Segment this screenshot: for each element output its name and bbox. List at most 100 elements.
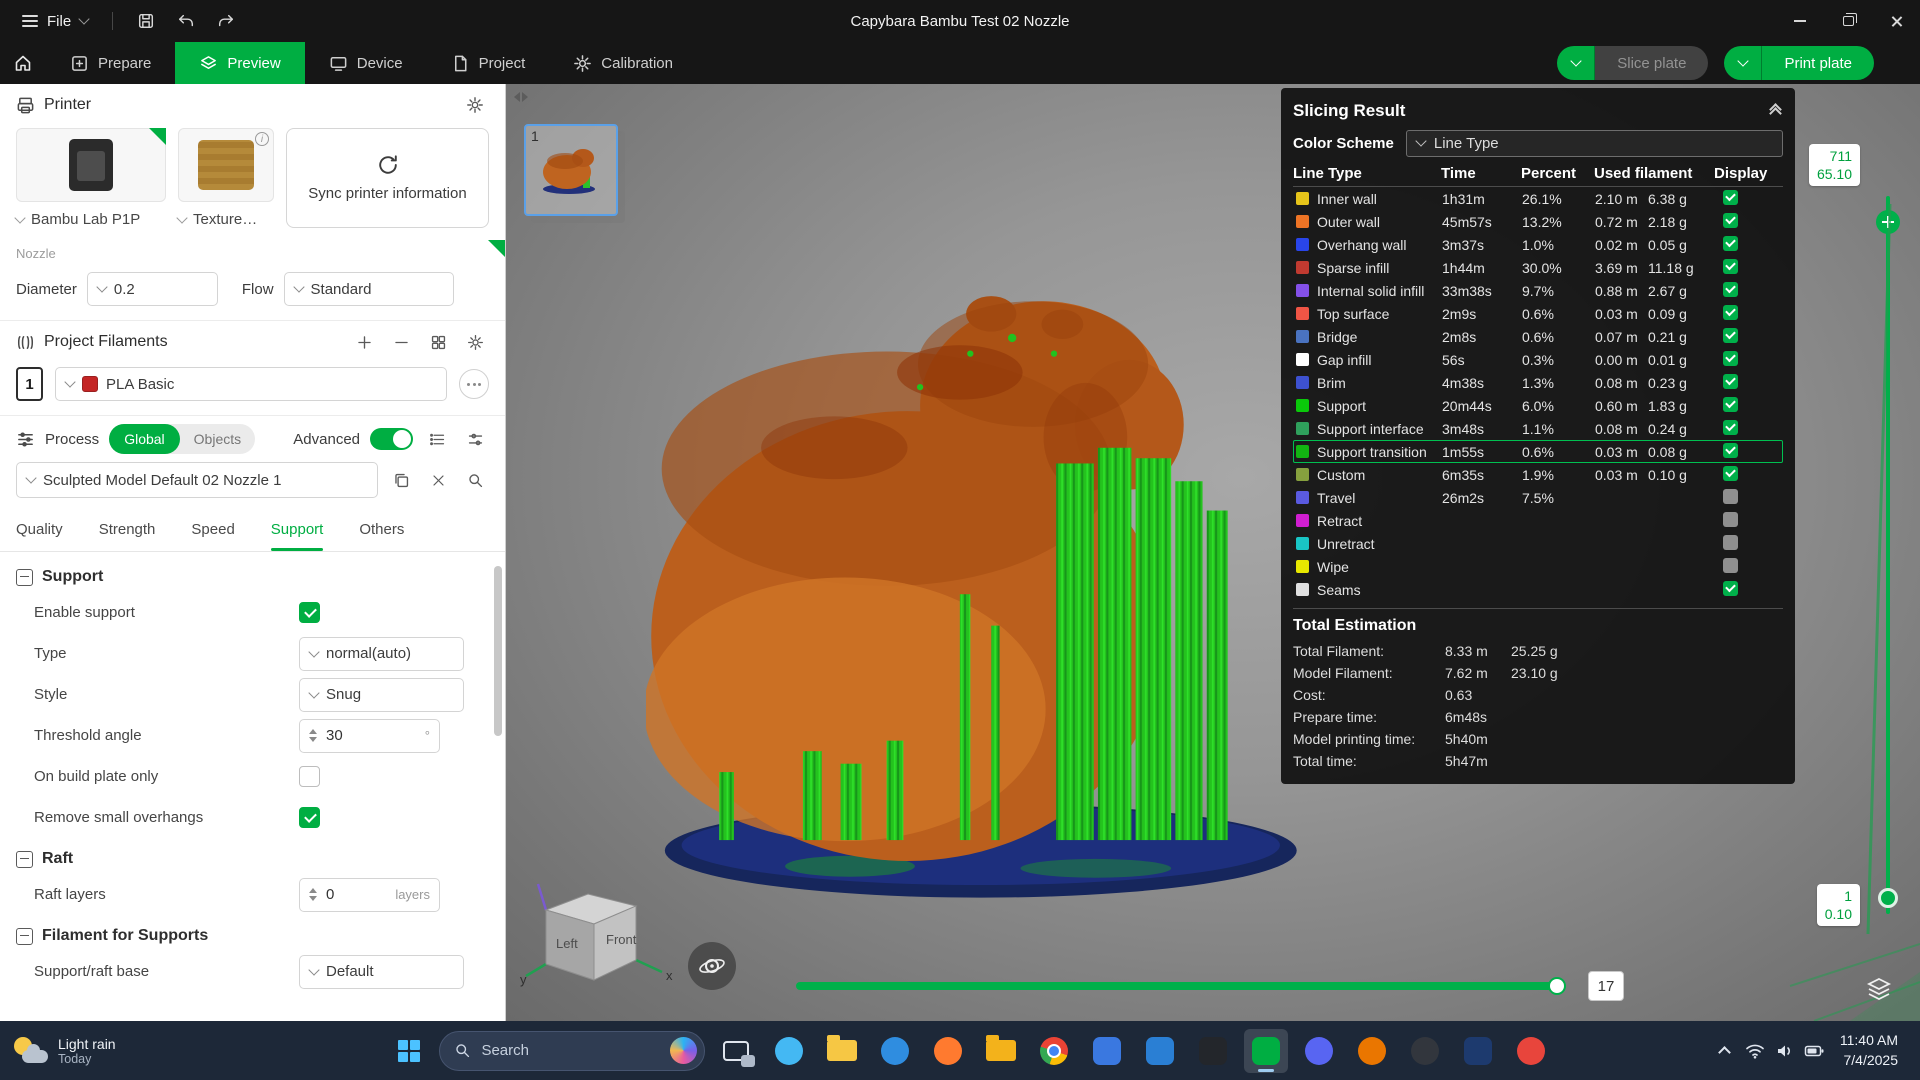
line-type-row-sparse-infill[interactable]: Sparse infill1h44m30.0%3.69 m11.18 g bbox=[1293, 256, 1783, 279]
process-tab-quality[interactable]: Quality bbox=[16, 508, 63, 551]
tab-project[interactable]: Project bbox=[427, 42, 550, 84]
search-settings-button[interactable] bbox=[461, 466, 489, 494]
display-checkbox[interactable] bbox=[1723, 489, 1738, 504]
cube-face-front[interactable]: Front bbox=[606, 932, 636, 947]
process-tab-others[interactable]: Others bbox=[359, 508, 404, 551]
filament-palette-button[interactable] bbox=[424, 328, 452, 356]
threshold-angle-spinner[interactable]: 30° bbox=[299, 719, 440, 753]
view-list-button[interactable] bbox=[423, 425, 451, 453]
navigation-cube[interactable]: Left Front y x bbox=[520, 876, 680, 996]
advanced-toggle[interactable] bbox=[370, 428, 413, 450]
chrome-icon[interactable] bbox=[1032, 1029, 1076, 1073]
display-checkbox[interactable] bbox=[1723, 374, 1738, 389]
display-checkbox[interactable] bbox=[1723, 305, 1738, 320]
hidden-icons-button[interactable] bbox=[1710, 1032, 1740, 1070]
copilot-icon[interactable] bbox=[767, 1029, 811, 1073]
firefox-icon[interactable] bbox=[926, 1029, 970, 1073]
photoshop-icon[interactable] bbox=[1456, 1029, 1500, 1073]
search-highlights-icon[interactable] bbox=[670, 1037, 697, 1064]
obs-icon[interactable] bbox=[1403, 1029, 1447, 1073]
filament-more-button[interactable] bbox=[459, 369, 489, 399]
scope-global[interactable]: Global bbox=[109, 424, 179, 454]
edge-icon[interactable] bbox=[873, 1029, 917, 1073]
line-type-row-seams[interactable]: Seams bbox=[1293, 578, 1783, 601]
style-select[interactable]: Snug bbox=[299, 678, 464, 712]
reset-preset-button[interactable] bbox=[424, 466, 452, 494]
scope-objects[interactable]: Objects bbox=[180, 431, 255, 447]
scrollbar-thumb[interactable] bbox=[494, 566, 502, 736]
display-checkbox[interactable] bbox=[1723, 259, 1738, 274]
layer-slider-top-handle[interactable] bbox=[1876, 210, 1900, 234]
display-checkbox[interactable] bbox=[1723, 351, 1738, 366]
chrome-2-icon[interactable] bbox=[1509, 1029, 1553, 1073]
plate-thumbnail[interactable]: 1 bbox=[524, 124, 618, 216]
tab-calibration[interactable]: Calibration bbox=[549, 42, 697, 84]
print-dropdown[interactable] bbox=[1724, 46, 1762, 80]
process-tab-strength[interactable]: Strength bbox=[99, 508, 156, 551]
display-checkbox[interactable] bbox=[1723, 443, 1738, 458]
cube-face-left[interactable]: Left bbox=[556, 936, 578, 951]
folder-icon[interactable] bbox=[979, 1029, 1023, 1073]
file-explorer-icon[interactable] bbox=[820, 1029, 864, 1073]
sync-printer-button[interactable]: Sync printer information bbox=[286, 128, 489, 228]
slice-plate-button[interactable]: Slice plate bbox=[1557, 46, 1708, 80]
process-tab-support[interactable]: Support bbox=[271, 508, 324, 551]
display-checkbox[interactable] bbox=[1723, 190, 1738, 205]
save-preset-button[interactable] bbox=[387, 466, 415, 494]
line-type-row-outer-wall[interactable]: Outer wall45m57s13.2%0.72 m2.18 g bbox=[1293, 210, 1783, 233]
line-type-row-travel[interactable]: Travel26m2s7.5% bbox=[1293, 486, 1783, 509]
layer-slider-track[interactable] bbox=[1886, 196, 1890, 914]
add-filament-button[interactable] bbox=[350, 328, 378, 356]
process-tab-speed[interactable]: Speed bbox=[191, 508, 234, 551]
bambu-studio-icon[interactable] bbox=[1244, 1029, 1288, 1073]
bed-type-card[interactable]: Texture… bbox=[178, 128, 274, 228]
slider-mode-button[interactable] bbox=[1862, 972, 1896, 1006]
layer-slider-bottom-handle[interactable] bbox=[1878, 888, 1898, 908]
printer-card[interactable]: Bambu Lab P1P bbox=[16, 128, 166, 228]
close-button[interactable] bbox=[1872, 0, 1920, 42]
display-checkbox[interactable] bbox=[1723, 420, 1738, 435]
volume-button[interactable] bbox=[1770, 1032, 1800, 1070]
display-checkbox[interactable] bbox=[1723, 213, 1738, 228]
filament-settings-button[interactable] bbox=[461, 328, 489, 356]
enable-support-checkbox[interactable] bbox=[299, 602, 320, 623]
info-icon[interactable] bbox=[255, 132, 269, 146]
line-type-row-support-transition[interactable]: Support transition1m55s0.6%0.03 m0.08 g bbox=[1293, 440, 1783, 463]
step-slider[interactable]: 17 bbox=[796, 976, 1636, 996]
remove-filament-button[interactable] bbox=[387, 328, 415, 356]
tab-device[interactable]: Device bbox=[305, 42, 427, 84]
line-type-row-retract[interactable]: Retract bbox=[1293, 509, 1783, 532]
save-button[interactable] bbox=[127, 5, 165, 37]
collapse-panel-icon[interactable] bbox=[1768, 102, 1783, 121]
nozzle-diameter-select[interactable]: 0.2 bbox=[87, 272, 218, 306]
remove-small-overhangs-checkbox[interactable] bbox=[299, 807, 320, 828]
line-type-row-custom[interactable]: Custom6m35s1.9%0.03 m0.10 g bbox=[1293, 463, 1783, 486]
wifi-button[interactable] bbox=[1740, 1032, 1770, 1070]
print-plate-button[interactable]: Print plate bbox=[1724, 46, 1874, 80]
restore-button[interactable] bbox=[1824, 0, 1872, 42]
line-type-row-support[interactable]: Support20m44s6.0%0.60 m1.83 g bbox=[1293, 394, 1783, 417]
bed-type-select[interactable]: Texture… bbox=[178, 211, 274, 228]
display-checkbox[interactable] bbox=[1723, 466, 1738, 481]
line-type-row-brim[interactable]: Brim4m38s1.3%0.08 m0.23 g bbox=[1293, 371, 1783, 394]
display-checkbox[interactable] bbox=[1723, 581, 1738, 596]
display-checkbox[interactable] bbox=[1723, 282, 1738, 297]
line-type-row-wipe[interactable]: Wipe bbox=[1293, 555, 1783, 578]
line-type-row-inner-wall[interactable]: Inner wall1h31m26.1%2.10 m6.38 g bbox=[1293, 187, 1783, 210]
support-raft-base-select[interactable]: Default bbox=[299, 955, 464, 989]
line-type-row-unretract[interactable]: Unretract bbox=[1293, 532, 1783, 555]
display-checkbox[interactable] bbox=[1723, 535, 1738, 550]
process-scope-toggle[interactable]: Global Objects bbox=[109, 424, 255, 454]
undo-button[interactable] bbox=[167, 5, 205, 37]
step-slider-track[interactable] bbox=[796, 982, 1566, 990]
spinner-arrows-icon[interactable] bbox=[309, 888, 317, 901]
filament-select[interactable]: PLA Basic bbox=[55, 367, 447, 401]
line-type-row-gap-infill[interactable]: Gap infill56s0.3%0.00 m0.01 g bbox=[1293, 348, 1783, 371]
start-button[interactable] bbox=[388, 1030, 430, 1072]
scrollbar[interactable] bbox=[494, 558, 502, 1015]
process-preset-select[interactable]: Sculpted Model Default 02 Nozzle 1 bbox=[16, 462, 378, 498]
line-type-row-top-surface[interactable]: Top surface2m9s0.6%0.03 m0.09 g bbox=[1293, 302, 1783, 325]
task-view-icon[interactable] bbox=[714, 1029, 758, 1073]
line-type-row-overhang-wall[interactable]: Overhang wall3m37s1.0%0.02 m0.05 g bbox=[1293, 233, 1783, 256]
microsoft-store-icon[interactable] bbox=[1085, 1029, 1129, 1073]
